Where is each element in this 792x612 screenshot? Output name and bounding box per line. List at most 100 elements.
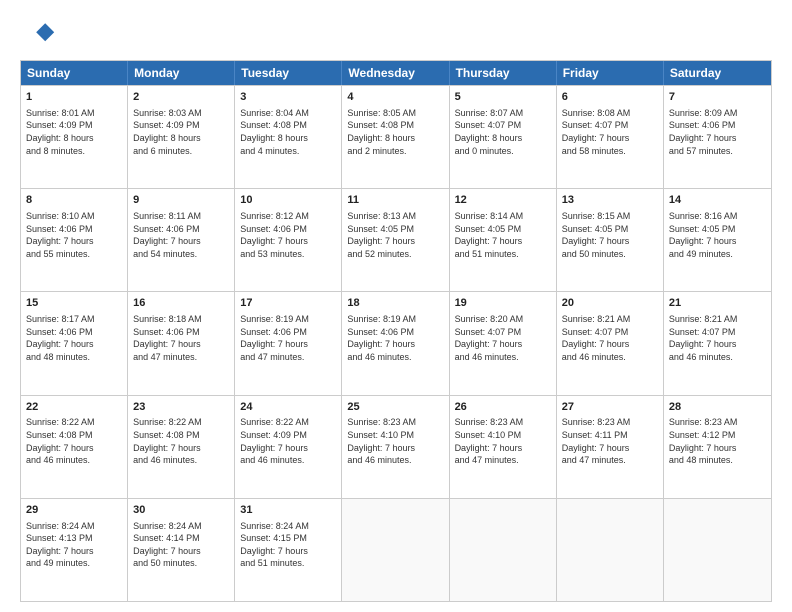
calendar-cell-8: 8 Sunrise: 8:10 AMSunset: 4:06 PMDaylight…	[21, 189, 128, 291]
calendar-cell-30: 30Sunrise: 8:24 AMSunset: 4:14 PMDayligh…	[128, 499, 235, 601]
day-number: 27	[562, 400, 658, 415]
weekday-header-friday: Friday	[557, 61, 664, 85]
day-number: 1	[26, 90, 122, 105]
page: SundayMondayTuesdayWednesdayThursdayFrid…	[0, 0, 792, 612]
day-number: 15	[26, 296, 122, 311]
cell-details: Sunrise: 8:24 AMSunset: 4:13 PMDaylight:…	[26, 520, 122, 570]
day-number: 21	[669, 296, 766, 311]
weekday-header-wednesday: Wednesday	[342, 61, 449, 85]
cell-details: Sunrise: 8:10 AMSunset: 4:06 PMDaylight:…	[26, 210, 122, 260]
cell-details: Sunrise: 8:22 AMSunset: 4:08 PMDaylight:…	[133, 416, 229, 466]
day-number: 13	[562, 193, 658, 208]
calendar-cell-24: 24Sunrise: 8:22 AMSunset: 4:09 PMDayligh…	[235, 396, 342, 498]
calendar-cell-10: 10 Sunrise: 8:12 AMSunset: 4:06 PMDayligh…	[235, 189, 342, 291]
day-number: 25	[347, 400, 443, 415]
calendar: SundayMondayTuesdayWednesdayThursdayFrid…	[20, 60, 772, 602]
logo-icon	[20, 16, 56, 52]
cell-details: Sunrise: 8:22 AMSunset: 4:08 PMDaylight:…	[26, 416, 122, 466]
calendar-cell-empty	[557, 499, 664, 601]
cell-details: Sunrise: 8:21 AMSunset: 4:07 PMDaylight:…	[669, 313, 766, 363]
day-number: 23	[133, 400, 229, 415]
weekday-header-tuesday: Tuesday	[235, 61, 342, 85]
calendar-cell-15: 15 Sunrise: 8:17 AMSunset: 4:06 PMDayligh…	[21, 292, 128, 394]
calendar-header: SundayMondayTuesdayWednesdayThursdayFrid…	[21, 61, 771, 85]
cell-details: Sunrise: 8:16 AMSunset: 4:05 PMDaylight:…	[669, 210, 766, 260]
day-number: 20	[562, 296, 658, 311]
calendar-cell-17: 17 Sunrise: 8:19 AMSunset: 4:06 PMDayligh…	[235, 292, 342, 394]
cell-details: Sunrise: 8:07 AMSunset: 4:07 PMDaylight:…	[455, 107, 551, 157]
calendar-cell-29: 29Sunrise: 8:24 AMSunset: 4:13 PMDayligh…	[21, 499, 128, 601]
calendar-cell-11: 11Sunrise: 8:13 AMSunset: 4:05 PMDayligh…	[342, 189, 449, 291]
day-number: 28	[669, 400, 766, 415]
calendar-cell-6: 6 Sunrise: 8:08 AMSunset: 4:07 PMDaylight…	[557, 86, 664, 188]
calendar-cell-1: 1 Sunrise: 8:01 AMSunset: 4:09 PMDaylight…	[21, 86, 128, 188]
cell-details: Sunrise: 8:18 AMSunset: 4:06 PMDaylight:…	[133, 313, 229, 363]
cell-details: Sunrise: 8:23 AMSunset: 4:10 PMDaylight:…	[455, 416, 551, 466]
day-number: 31	[240, 503, 336, 518]
calendar-cell-12: 12 Sunrise: 8:14 AMSunset: 4:05 PMDayligh…	[450, 189, 557, 291]
cell-details: Sunrise: 8:03 AMSunset: 4:09 PMDaylight:…	[133, 107, 229, 157]
cell-details: Sunrise: 8:19 AMSunset: 4:06 PMDaylight:…	[347, 313, 443, 363]
day-number: 22	[26, 400, 122, 415]
calendar-cell-22: 22Sunrise: 8:22 AMSunset: 4:08 PMDayligh…	[21, 396, 128, 498]
cell-details: Sunrise: 8:23 AMSunset: 4:10 PMDaylight:…	[347, 416, 443, 466]
day-number: 6	[562, 90, 658, 105]
day-number: 8	[26, 193, 122, 208]
calendar-cell-20: 20 Sunrise: 8:21 AMSunset: 4:07 PMDayligh…	[557, 292, 664, 394]
day-number: 19	[455, 296, 551, 311]
calendar-cell-19: 19 Sunrise: 8:20 AMSunset: 4:07 PMDayligh…	[450, 292, 557, 394]
cell-details: Sunrise: 8:21 AMSunset: 4:07 PMDaylight:…	[562, 313, 658, 363]
calendar-cell-14: 14Sunrise: 8:16 AMSunset: 4:05 PMDayligh…	[664, 189, 771, 291]
calendar-cell-empty	[664, 499, 771, 601]
calendar-cell-18: 18 Sunrise: 8:19 AMSunset: 4:06 PMDayligh…	[342, 292, 449, 394]
day-number: 10	[240, 193, 336, 208]
weekday-header-sunday: Sunday	[21, 61, 128, 85]
day-number: 18	[347, 296, 443, 311]
calendar-cell-empty	[450, 499, 557, 601]
calendar-body: 1 Sunrise: 8:01 AMSunset: 4:09 PMDaylight…	[21, 85, 771, 601]
cell-details: Sunrise: 8:17 AMSunset: 4:06 PMDaylight:…	[26, 313, 122, 363]
cell-details: Sunrise: 8:11 AMSunset: 4:06 PMDaylight:…	[133, 210, 229, 260]
day-number: 7	[669, 90, 766, 105]
calendar-cell-empty	[342, 499, 449, 601]
day-number: 5	[455, 90, 551, 105]
day-number: 9	[133, 193, 229, 208]
logo	[20, 16, 60, 52]
day-number: 2	[133, 90, 229, 105]
cell-details: Sunrise: 8:04 AMSunset: 4:08 PMDaylight:…	[240, 107, 336, 157]
cell-details: Sunrise: 8:23 AMSunset: 4:12 PMDaylight:…	[669, 416, 766, 466]
calendar-cell-23: 23Sunrise: 8:22 AMSunset: 4:08 PMDayligh…	[128, 396, 235, 498]
calendar-cell-28: 28Sunrise: 8:23 AMSunset: 4:12 PMDayligh…	[664, 396, 771, 498]
header	[20, 16, 772, 52]
cell-details: Sunrise: 8:09 AMSunset: 4:06 PMDaylight:…	[669, 107, 766, 157]
day-number: 12	[455, 193, 551, 208]
cell-details: Sunrise: 8:20 AMSunset: 4:07 PMDaylight:…	[455, 313, 551, 363]
calendar-cell-21: 21 Sunrise: 8:21 AMSunset: 4:07 PMDayligh…	[664, 292, 771, 394]
calendar-row-3: 15 Sunrise: 8:17 AMSunset: 4:06 PMDayligh…	[21, 291, 771, 394]
weekday-header-saturday: Saturday	[664, 61, 771, 85]
cell-details: Sunrise: 8:12 AMSunset: 4:06 PMDaylight:…	[240, 210, 336, 260]
day-number: 4	[347, 90, 443, 105]
cell-details: Sunrise: 8:24 AMSunset: 4:14 PMDaylight:…	[133, 520, 229, 570]
calendar-cell-3: 3Sunrise: 8:04 AMSunset: 4:08 PMDaylight…	[235, 86, 342, 188]
weekday-header-thursday: Thursday	[450, 61, 557, 85]
calendar-cell-4: 4 Sunrise: 8:05 AMSunset: 4:08 PMDaylight…	[342, 86, 449, 188]
day-number: 11	[347, 193, 443, 208]
calendar-row-1: 1 Sunrise: 8:01 AMSunset: 4:09 PMDaylight…	[21, 85, 771, 188]
cell-details: Sunrise: 8:14 AMSunset: 4:05 PMDaylight:…	[455, 210, 551, 260]
cell-details: Sunrise: 8:01 AMSunset: 4:09 PMDaylight:…	[26, 107, 122, 157]
calendar-cell-2: 2 Sunrise: 8:03 AMSunset: 4:09 PMDaylight…	[128, 86, 235, 188]
cell-details: Sunrise: 8:08 AMSunset: 4:07 PMDaylight:…	[562, 107, 658, 157]
cell-details: Sunrise: 8:22 AMSunset: 4:09 PMDaylight:…	[240, 416, 336, 466]
day-number: 17	[240, 296, 336, 311]
day-number: 26	[455, 400, 551, 415]
calendar-row-4: 22Sunrise: 8:22 AMSunset: 4:08 PMDayligh…	[21, 395, 771, 498]
day-number: 16	[133, 296, 229, 311]
cell-details: Sunrise: 8:05 AMSunset: 4:08 PMDaylight:…	[347, 107, 443, 157]
calendar-cell-5: 5 Sunrise: 8:07 AMSunset: 4:07 PMDaylight…	[450, 86, 557, 188]
cell-details: Sunrise: 8:19 AMSunset: 4:06 PMDaylight:…	[240, 313, 336, 363]
calendar-cell-16: 16 Sunrise: 8:18 AMSunset: 4:06 PMDayligh…	[128, 292, 235, 394]
day-number: 24	[240, 400, 336, 415]
cell-details: Sunrise: 8:15 AMSunset: 4:05 PMDaylight:…	[562, 210, 658, 260]
calendar-cell-25: 25Sunrise: 8:23 AMSunset: 4:10 PMDayligh…	[342, 396, 449, 498]
